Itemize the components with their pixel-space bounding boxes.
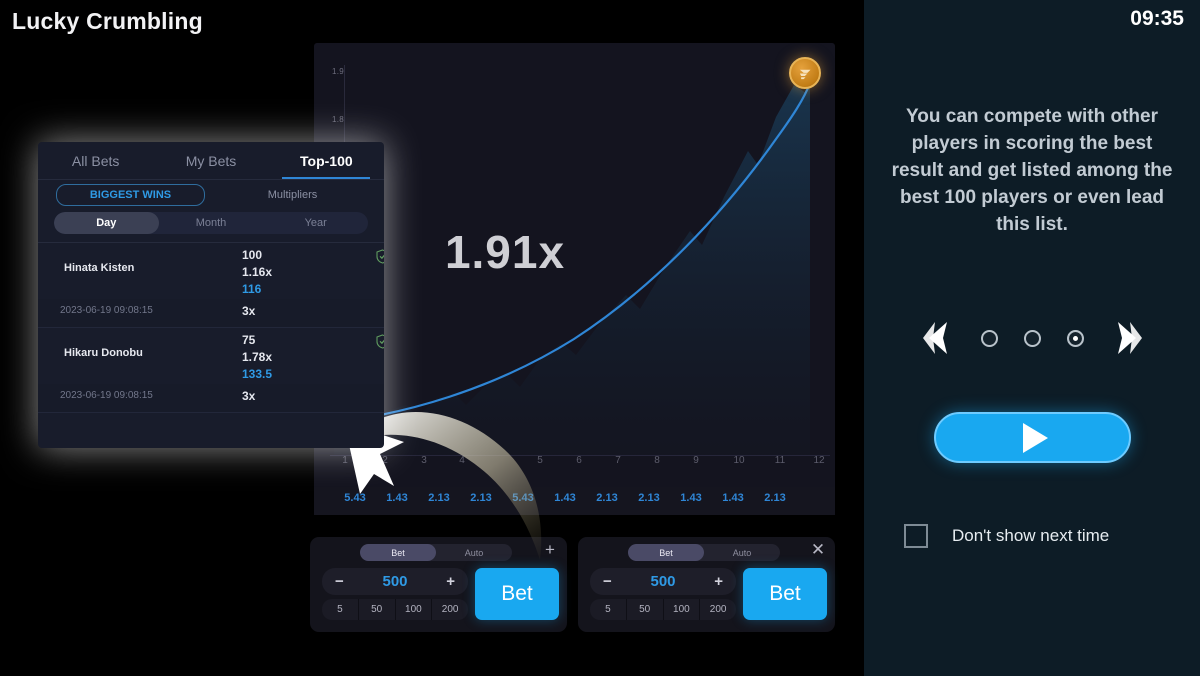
player-name: Hinata Kisten (64, 262, 135, 274)
stake-decrement-button[interactable]: − (603, 574, 612, 589)
stake-stepper-right[interactable]: − 500 + (590, 568, 736, 595)
dont-show-checkbox[interactable] (904, 524, 928, 548)
bet-mode-auto[interactable]: Auto (704, 544, 780, 561)
game-area: Lucky Crumbling 1.9 1.8 1.91x 1 2 3 4 5 … (0, 0, 864, 676)
subtab-multipliers[interactable]: Multipliers (219, 185, 366, 205)
stake-block-right: − 500 + 5 50 100 200 (590, 568, 736, 620)
x-axis-tick: 10 (733, 455, 745, 466)
play-button[interactable] (934, 412, 1131, 463)
quick-amount-button[interactable]: 200 (700, 599, 736, 620)
coin-wing-glyph (799, 69, 810, 79)
quick-amount-button[interactable]: 5 (590, 599, 627, 620)
stake-increment-button[interactable]: + (714, 574, 723, 589)
bet-amount: 100 (242, 248, 263, 262)
x-axis-tick: 11 (774, 455, 786, 466)
tutorial-side-panel: 09:35 You can compete with other players… (864, 0, 1200, 676)
bet-payout: 116 (242, 282, 262, 296)
tab-top-100[interactable]: Top-100 (269, 142, 384, 179)
bet-amount: 75 (242, 333, 256, 347)
cashout-multiplier: 3x (242, 304, 256, 318)
list-item[interactable]: Hinata Kisten 100 1.16x 116 2023-06-19 0… (38, 243, 384, 328)
current-multiplier: 1.91x (444, 226, 566, 278)
tab-all-bets[interactable]: All Bets (38, 142, 153, 179)
top100-highlight-overlay: All Bets My Bets Top-100 BIGGEST WINS Mu… (38, 142, 384, 448)
place-bet-button-right[interactable]: Bet (743, 568, 827, 620)
page-title: Lucky Crumbling (12, 8, 203, 34)
x-axis-tick: 9 (693, 455, 699, 466)
player-name: Hikaru Donobu (64, 347, 143, 359)
cashout-multiplier: 3x (242, 389, 256, 403)
period-day[interactable]: Day (54, 212, 159, 234)
quick-amount-button[interactable]: 5 (322, 599, 359, 620)
entry-footer: 2023-06-19 09:08:15 3x (38, 384, 384, 412)
tutorial-nav (864, 318, 1200, 358)
leaderboard-list: Hinata Kisten 100 1.16x 116 2023-06-19 0… (38, 242, 384, 413)
shield-check-icon (376, 249, 384, 269)
clock: 09:35 (1130, 7, 1184, 30)
stake-value[interactable]: 500 (650, 573, 675, 590)
tutorial-dot-3[interactable] (1066, 329, 1084, 347)
x-axis-tick: 8 (654, 455, 660, 466)
period-selector: Day Month Year (54, 212, 368, 234)
quick-amount-row-right: 5 50 100 200 (590, 599, 736, 620)
top100-subtabs: BIGGEST WINS Multipliers (38, 180, 384, 210)
bet-multiplier: 1.16x (242, 265, 273, 279)
history-multiplier[interactable]: 2.13 (638, 492, 659, 504)
history-multiplier[interactable]: 1.43 (722, 492, 743, 504)
app-root: Lucky Crumbling 1.9 1.8 1.91x 1 2 3 4 5 … (0, 0, 1200, 676)
quick-amount-button[interactable]: 100 (395, 599, 433, 620)
bet-multiplier: 1.78x (242, 350, 273, 364)
tutorial-text: You can compete with other players in sc… (891, 106, 1173, 235)
quick-amount-button[interactable]: 50 (626, 599, 664, 620)
entry-footer: 2023-06-19 09:08:15 3x (38, 299, 384, 327)
period-year[interactable]: Year (263, 212, 368, 234)
quick-amount-button[interactable]: 100 (663, 599, 701, 620)
tutorial-dot-2[interactable] (1023, 329, 1041, 347)
bet-timestamp: 2023-06-19 09:08:15 (60, 305, 153, 316)
play-icon (1023, 422, 1048, 453)
chevron-right-icon[interactable] (1110, 318, 1144, 358)
history-multiplier[interactable]: 2.13 (764, 492, 785, 504)
stake-block-left: − 500 + 5 50 100 200 (322, 568, 468, 620)
top100-panel: All Bets My Bets Top-100 BIGGEST WINS Mu… (38, 142, 384, 448)
history-multiplier[interactable]: 1.43 (680, 492, 701, 504)
quick-amount-button[interactable]: 200 (432, 599, 468, 620)
bet-timestamp: 2023-06-19 09:08:15 (60, 390, 153, 401)
close-icon[interactable]: ✕ (809, 540, 827, 558)
bet-mode-toggle-right[interactable]: Bet Auto (628, 544, 780, 561)
chevron-left-icon[interactable] (921, 318, 955, 358)
list-item[interactable]: Hikaru Donobu 75 1.78x 133.5 2023-06-19 … (38, 328, 384, 413)
x-axis-tick: 12 (813, 455, 825, 466)
tab-my-bets[interactable]: My Bets (153, 142, 268, 179)
stake-value[interactable]: 500 (382, 573, 407, 590)
dont-show-next-time-row[interactable]: Don't show next time (904, 524, 1109, 548)
bet-payout: 133.5 (242, 367, 273, 381)
dont-show-label: Don't show next time (952, 526, 1110, 545)
entry-main: Hinata Kisten 100 1.16x 116 (38, 243, 384, 299)
quick-amount-button[interactable]: 50 (358, 599, 396, 620)
place-bet-button-left[interactable]: Bet (475, 568, 559, 620)
quick-amount-row-left: 5 50 100 200 (322, 599, 468, 620)
shield-check-icon (376, 334, 384, 354)
tutorial-dot-1[interactable] (980, 329, 998, 347)
bet-mode-bet[interactable]: Bet (628, 544, 704, 561)
bets-tabs: All Bets My Bets Top-100 (38, 142, 384, 180)
period-month[interactable]: Month (159, 212, 264, 234)
stake-decrement-button[interactable]: − (335, 574, 344, 589)
stake-increment-button[interactable]: + (446, 574, 455, 589)
stake-stepper-left[interactable]: − 500 + (322, 568, 468, 595)
bet-panel-right: Bet Auto ✕ − 500 + 5 50 100 200 Bet (578, 537, 835, 632)
coin-token-icon (789, 57, 821, 89)
entry-main: Hikaru Donobu 75 1.78x 133.5 (38, 328, 384, 384)
subtab-biggest-wins[interactable]: BIGGEST WINS (56, 184, 205, 206)
x-axis-tick: 7 (615, 455, 621, 466)
